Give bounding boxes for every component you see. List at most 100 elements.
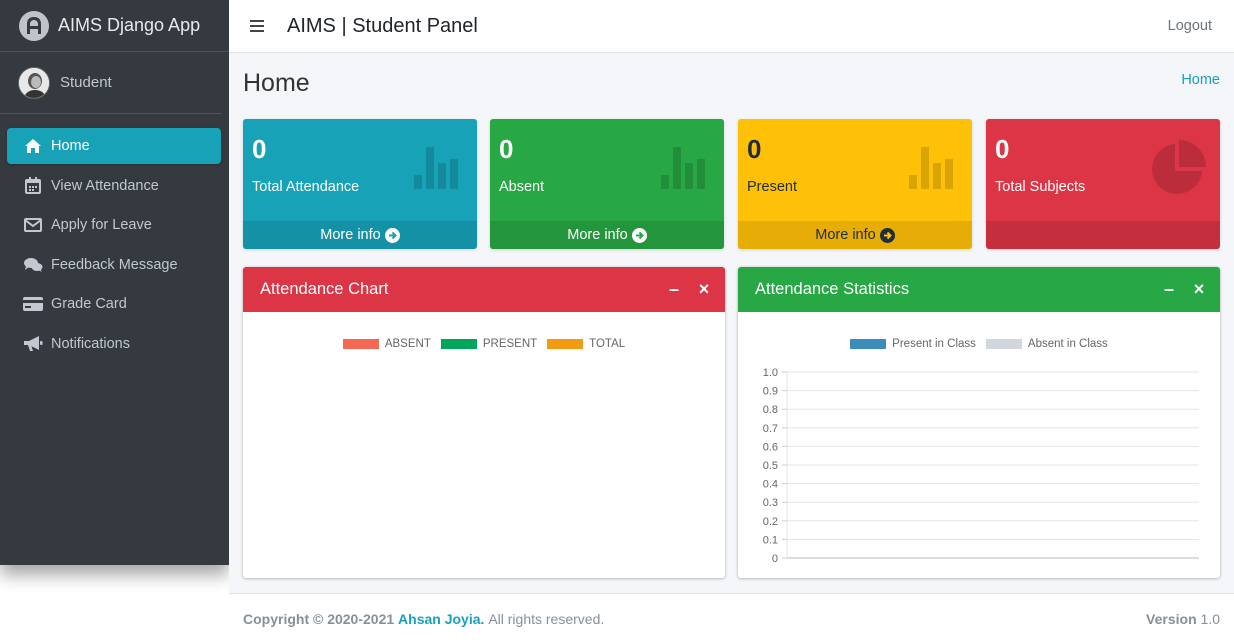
copyright-text: Copyright © 2020-2021 <box>243 610 395 627</box>
brand-link[interactable]: AIMS Django App <box>0 0 229 52</box>
y-tick-label: 0.2 <box>763 516 778 528</box>
card-title: Attendance Statistics <box>755 280 910 298</box>
version-number: 1.0 <box>1200 610 1220 627</box>
menu-toggle-icon[interactable] <box>250 17 264 35</box>
sidebar-item-label: Apply for Leave <box>51 217 152 234</box>
sidebar-item-view-attendance[interactable]: View Attendance <box>7 168 221 204</box>
stat-box-footer <box>986 221 1220 249</box>
card-header: Attendance Chart – × <box>243 267 725 312</box>
sidebar-item-grade-card[interactable]: Grade Card <box>7 286 221 322</box>
more-info-label: More info <box>815 227 876 243</box>
sidebar-item-notifications[interactable]: Notifications <box>7 326 221 362</box>
attendance-chart-card: Attendance Chart – × ABSENT PRESENT TOTA… <box>243 267 725 578</box>
legend-label: Absent in Class <box>1027 338 1108 350</box>
legend-item-present-in-class[interactable]: Present in Class <box>850 338 976 350</box>
version-label: Version <box>1146 610 1197 627</box>
panel-title: AIMS | Student Panel <box>287 14 478 37</box>
stat-value: 0 <box>499 134 514 164</box>
sidebar-item-label: Feedback Message <box>51 256 178 273</box>
sidebar: AIMS Django App Student Home View Attend… <box>0 0 229 565</box>
stat-value: 0 <box>995 134 1010 164</box>
more-info-link[interactable]: More info <box>243 221 477 249</box>
bar-chart-icon <box>661 147 706 194</box>
version-info: Version 1.0 <box>1146 611 1220 627</box>
y-tick-label: 0 <box>772 553 778 565</box>
y-tick-label: 0.8 <box>763 404 778 416</box>
more-info-link[interactable]: More info <box>490 221 724 249</box>
stat-value: 0 <box>252 134 267 164</box>
breadcrumb[interactable]: Home <box>1181 72 1220 88</box>
sidebar-item-label: View Attendance <box>51 177 159 194</box>
stat-label: Absent <box>499 179 545 195</box>
more-info-label: More info <box>567 227 628 243</box>
legend-label: PRESENT <box>482 338 538 350</box>
legend-swatch <box>850 339 887 349</box>
sidebar-item-feedback-message[interactable]: Feedback Message <box>7 247 221 283</box>
y-tick-label: 0.4 <box>763 479 778 491</box>
envelope-icon <box>23 216 43 234</box>
more-info-label: More info <box>320 227 381 243</box>
author-link[interactable]: Ahsan Joyia. <box>398 611 484 627</box>
legend-swatch <box>342 339 379 349</box>
stat-box-total-subjects: 0 Total Subjects <box>986 119 1220 249</box>
user-name: Student <box>60 74 112 91</box>
legend-label: Present in Class <box>892 338 976 350</box>
legend-item-absent[interactable]: ABSENT <box>342 338 431 350</box>
top-navbar: AIMS | Student Panel Logout <box>229 0 1234 53</box>
legend-swatch <box>985 339 1022 349</box>
stat-label: Total Subjects <box>995 179 1086 195</box>
y-tick-label: 1.0 <box>763 367 778 379</box>
sidebar-item-label: Home <box>51 138 90 154</box>
content-wrapper: Home Home 0 Total Attendance More info 0… <box>229 53 1234 593</box>
stat-box-total-attendance: 0 Total Attendance More info <box>243 119 477 249</box>
y-tick-label: 0.9 <box>763 386 778 398</box>
avatar <box>18 66 50 99</box>
legend-swatch <box>440 339 477 349</box>
legend-item-present[interactable]: PRESENT <box>440 338 538 350</box>
legend-label: ABSENT <box>384 338 431 350</box>
pie-chart-icon <box>1148 140 1206 203</box>
card-tools: – × <box>667 279 711 299</box>
sidebar-item-label: Notifications <box>51 335 130 352</box>
stat-label: Present <box>747 179 797 195</box>
sidebar-item-label: Grade Card <box>51 296 127 313</box>
comments-icon <box>23 256 43 274</box>
collapse-icon[interactable]: – <box>1162 279 1176 299</box>
y-tick-label: 0.7 <box>763 423 778 435</box>
close-icon[interactable]: × <box>1192 279 1206 299</box>
sidebar-item-apply-for-leave[interactable]: Apply for Leave <box>7 207 221 243</box>
brand-logo-icon <box>19 10 49 41</box>
legend-item-absent-in-class[interactable]: Absent in Class <box>985 338 1108 350</box>
card-title: Attendance Chart <box>260 280 389 298</box>
stat-box-absent: 0 Absent More info <box>490 119 724 249</box>
calendar-icon <box>23 177 43 195</box>
home-icon <box>23 137 43 155</box>
sidebar-item-home[interactable]: Home <box>7 128 221 164</box>
bar-chart-icon <box>909 147 954 194</box>
user-panel[interactable]: Student <box>0 52 221 114</box>
chart-legend: Present in Class Absent in Class <box>738 338 1220 350</box>
legend-item-total[interactable]: TOTAL <box>547 338 625 350</box>
brand-title: AIMS Django App <box>58 15 201 35</box>
legend-label: TOTAL <box>589 338 626 350</box>
arrow-circle-right-icon <box>384 227 400 243</box>
more-info-link[interactable]: More info <box>738 221 972 249</box>
stat-label: Total Attendance <box>252 179 360 195</box>
page-title: Home <box>243 69 310 97</box>
sidebar-nav: Home View Attendance Apply for Leave Fee… <box>0 114 229 362</box>
card-header: Attendance Statistics – × <box>738 267 1220 312</box>
y-tick-label: 0.5 <box>763 460 778 472</box>
collapse-icon[interactable]: – <box>667 279 681 299</box>
stat-box-present: 0 Present More info <box>738 119 972 249</box>
close-icon[interactable]: × <box>697 279 711 299</box>
chart-legend: ABSENT PRESENT TOTAL <box>243 338 725 350</box>
arrow-circle-right-icon <box>631 227 647 243</box>
bar-chart-icon <box>414 147 459 194</box>
site-footer: Copyright © 2020-2021 Ahsan Joyia. All r… <box>229 593 1234 643</box>
bullhorn-icon <box>23 335 43 353</box>
y-tick-label: 0.3 <box>763 497 778 509</box>
y-tick-label: 0.1 <box>763 534 778 546</box>
logout-link[interactable]: Logout <box>1168 18 1212 34</box>
attendance-statistics-card: Attendance Statistics – × Present in Cla… <box>738 267 1220 578</box>
card-tools: – × <box>1162 279 1206 299</box>
